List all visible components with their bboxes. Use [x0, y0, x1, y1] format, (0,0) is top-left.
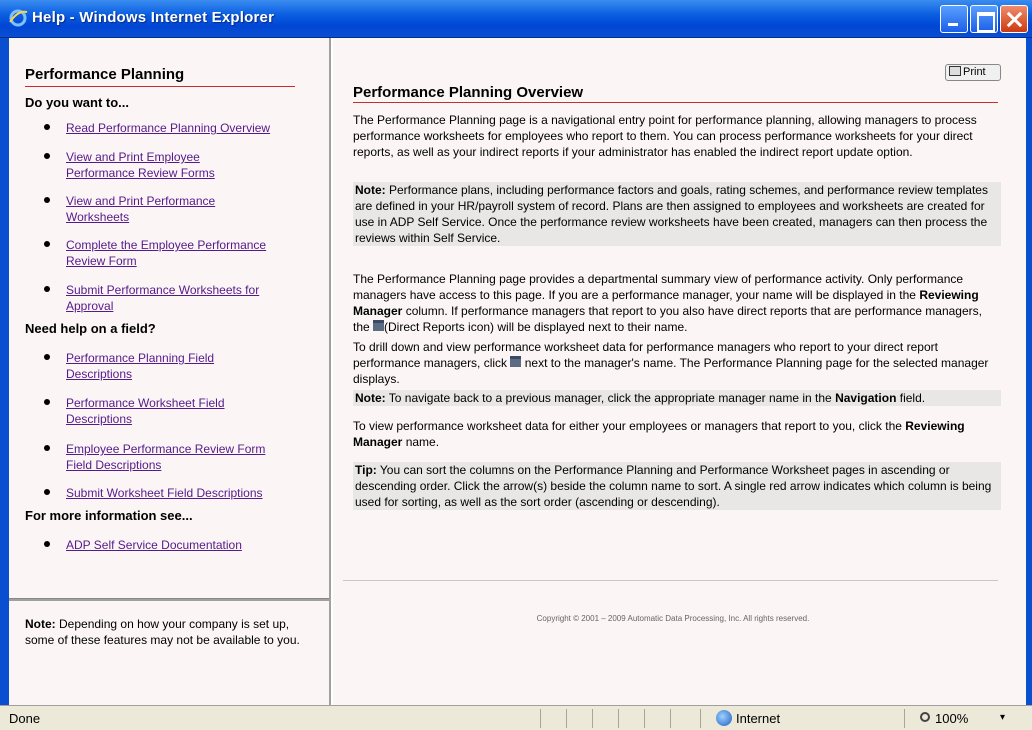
- print-label: Print: [963, 66, 986, 78]
- security-zone-label: Internet: [736, 711, 781, 726]
- nav-title: Performance Planning: [25, 66, 185, 83]
- link-text[interactable]: View and Print Employee Performance Revie…: [66, 149, 215, 181]
- zoom-dropdown-icon[interactable]: ▾: [1000, 712, 1005, 723]
- bullet-icon: [44, 197, 50, 203]
- title-rule: [353, 102, 998, 103]
- help-navigation-pane: Performance Planning Do you want to... R…: [9, 38, 331, 705]
- print-button[interactable]: Print: [945, 64, 1001, 81]
- window-frame-right: [1026, 38, 1032, 705]
- link-text[interactable]: Submit Performance Worksheets for Approva…: [66, 282, 259, 314]
- bullet-icon: [44, 153, 50, 159]
- maximize-button[interactable]: [970, 5, 998, 33]
- link-text[interactable]: View and Print Performance Worksheets: [66, 193, 215, 225]
- printer-icon: [949, 66, 961, 76]
- status-bar: Done Internet 100% ▾: [0, 705, 1032, 730]
- note-label: Note:: [355, 391, 386, 405]
- summary-paragraph: The Performance Planning page provides a…: [353, 272, 982, 334]
- note-text: Performance plans, including performance…: [355, 183, 988, 245]
- note-box-navigation: Note: To navigate back to a previous man…: [353, 390, 1001, 406]
- page-title: Performance Planning Overview: [353, 84, 584, 101]
- link-text[interactable]: Employee Performance Review Form Field De…: [66, 441, 265, 473]
- nav-note: Note: Depending on how your company is s…: [25, 616, 315, 648]
- status-separator: [644, 709, 645, 728]
- window-frame-left: [0, 38, 9, 705]
- direct-reports-icon: [510, 356, 522, 367]
- overview-paragraph: The Performance Planning page is a navig…: [353, 113, 977, 159]
- bullet-icon: [44, 124, 50, 130]
- drilldown-paragraph: To drill down and view performance works…: [353, 340, 989, 386]
- bullet-icon: [44, 445, 50, 451]
- internet-zone-icon: [716, 710, 732, 726]
- section-more-info: For more information see...: [25, 508, 193, 523]
- note-text: Depending on how your company is set up,…: [25, 617, 300, 647]
- footer-rule: [343, 580, 998, 581]
- window-title: Help - Windows Internet Explorer: [32, 9, 275, 26]
- copyright-text: Copyright © 2001 – 2009 Automatic Data P…: [536, 614, 810, 623]
- bullet-icon: [44, 241, 50, 247]
- bullet-icon: [44, 286, 50, 292]
- ie-logo-icon: [9, 9, 28, 27]
- link-text[interactable]: ADP Self Service Documentation: [66, 537, 242, 553]
- bullet-icon: [44, 399, 50, 405]
- note-label: Note:: [25, 617, 56, 631]
- status-separator: [540, 709, 541, 728]
- zoom-icon[interactable]: [920, 712, 930, 722]
- nav-pane-divider[interactable]: [9, 598, 329, 601]
- status-separator: [670, 709, 671, 728]
- note-box-plans: Note: Performance plans, including perfo…: [353, 182, 1001, 246]
- section-do-you-want: Do you want to...: [25, 95, 129, 110]
- note-label: Note:: [355, 183, 386, 197]
- status-separator: [566, 709, 567, 728]
- tip-text: You can sort the columns on the Performa…: [355, 463, 992, 509]
- direct-reports-icon: [373, 320, 385, 331]
- reviewing-manager-paragraph: To view performance worksheet data for e…: [353, 419, 965, 449]
- link-text[interactable]: Submit Worksheet Field Descriptions: [66, 485, 263, 501]
- title-bar: Help - Windows Internet Explorer: [0, 0, 1032, 38]
- link-text[interactable]: Performance Worksheet Field Descriptions: [66, 395, 225, 427]
- link-text[interactable]: Performance Planning Field Descriptions: [66, 350, 214, 382]
- status-text: Done: [9, 711, 41, 726]
- tip-label: Tip:: [355, 463, 377, 477]
- minimize-button[interactable]: [940, 5, 968, 33]
- status-separator: [618, 709, 619, 728]
- nav-title-rule: [25, 86, 295, 87]
- zoom-level[interactable]: 100%: [935, 711, 968, 726]
- link-text[interactable]: Read Performance Planning Overview: [66, 120, 270, 136]
- bullet-icon: [44, 354, 50, 360]
- status-separator: [904, 709, 905, 728]
- close-button[interactable]: [1000, 5, 1028, 33]
- help-content-pane: Print Performance Planning Overview The …: [333, 38, 1026, 705]
- section-field-help: Need help on a field?: [25, 321, 156, 336]
- tip-box: Tip: You can sort the columns on the Per…: [353, 462, 1001, 510]
- status-separator: [700, 709, 701, 728]
- bullet-icon: [44, 541, 50, 547]
- link-text[interactable]: Complete the Employee Performance Review …: [66, 237, 266, 269]
- bullet-icon: [44, 489, 50, 495]
- status-separator: [592, 709, 593, 728]
